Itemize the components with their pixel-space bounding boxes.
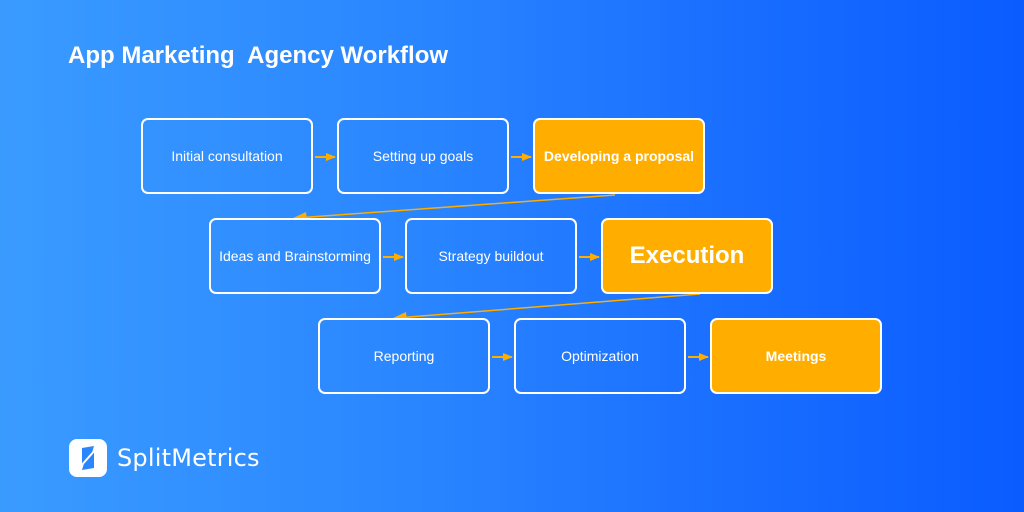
step-label: Strategy buildout — [438, 248, 544, 264]
step-ideas-and-brainstorming: Ideas and Brainstorming — [209, 218, 381, 294]
step-label: Optimization — [561, 348, 639, 364]
step-label: Ideas and Brainstorming — [219, 248, 371, 264]
step-optimization: Optimization — [514, 318, 686, 394]
step-label: Execution — [629, 242, 745, 269]
step-label: Developing a proposal — [543, 148, 695, 164]
step-label: Meetings — [765, 348, 827, 364]
diagram-title: App Marketing Agency Workflow — [68, 42, 449, 69]
step-execution: Execution — [601, 218, 773, 294]
step-label: Setting up goals — [372, 148, 474, 164]
splitmetrics-logo-icon — [69, 439, 107, 477]
step-strategy-buildout: Strategy buildout — [405, 218, 577, 294]
arrow-execution-to-reporting — [395, 293, 701, 319]
brand-logo: SplitMetrics — [69, 439, 260, 477]
step-setting-up-goals: Setting up goals — [337, 118, 509, 194]
arrow-proposal-to-ideas — [295, 194, 616, 219]
step-initial-consultation: Initial consultation — [141, 118, 313, 194]
step-meetings: Meetings — [710, 318, 882, 394]
step-reporting: Reporting — [318, 318, 490, 394]
brand-name: SplitMetrics — [117, 444, 260, 472]
step-label: Reporting — [373, 348, 435, 364]
step-developing-a-proposal: Developing a proposal — [533, 118, 705, 194]
step-label: Initial consultation — [171, 148, 283, 164]
